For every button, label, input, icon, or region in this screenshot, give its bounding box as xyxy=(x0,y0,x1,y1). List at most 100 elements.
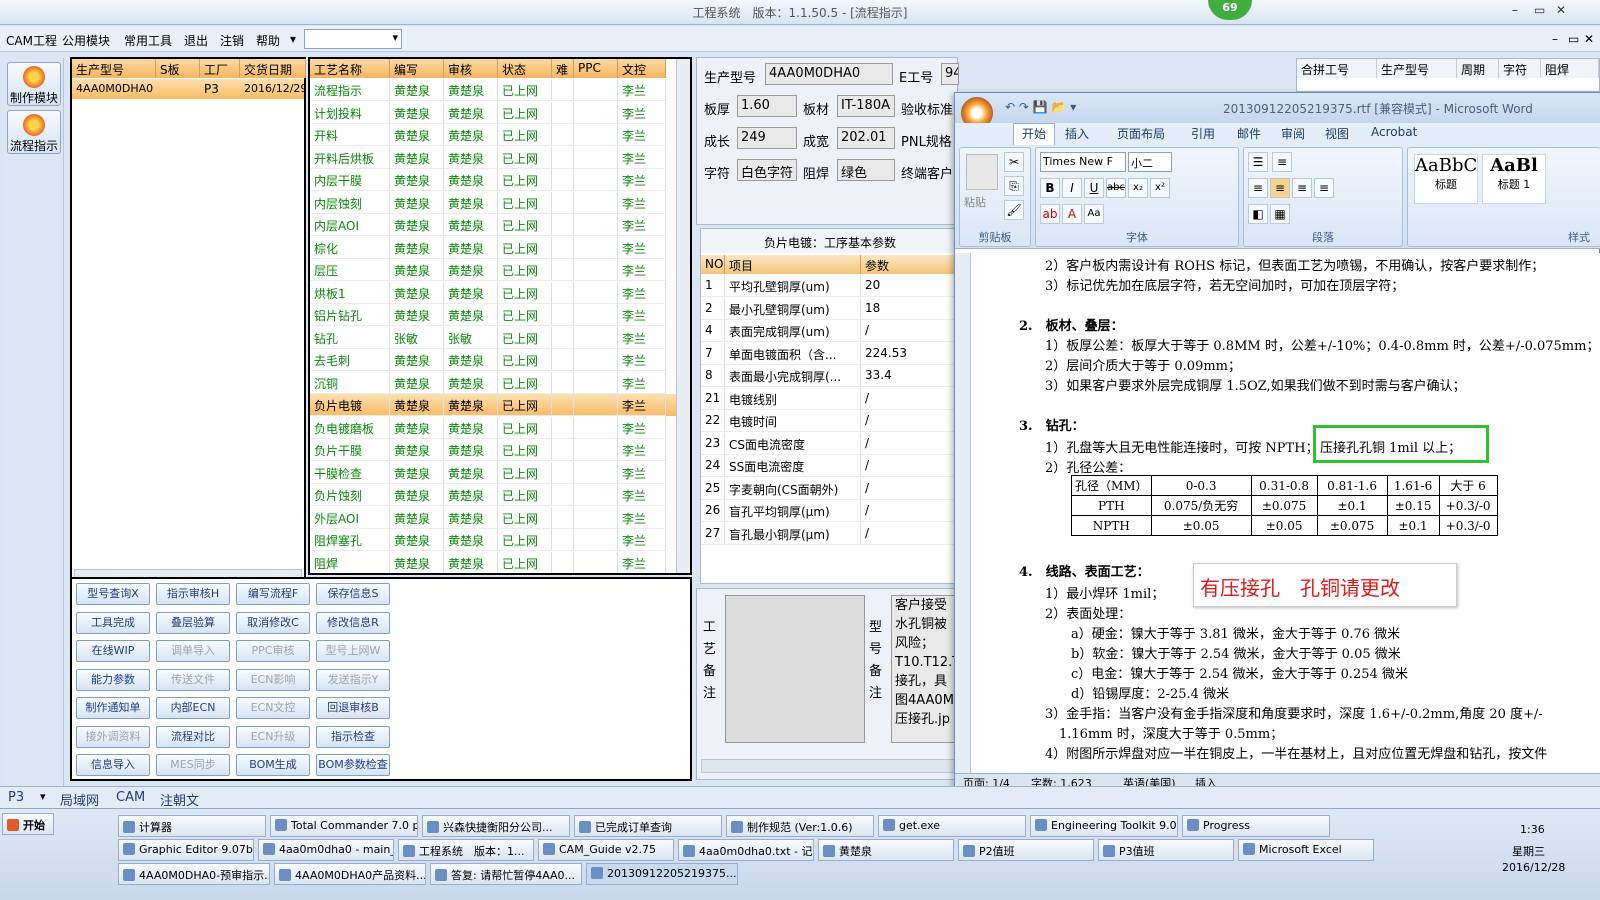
ribbon-tab[interactable]: 邮件 xyxy=(1237,125,1261,142)
menu-logout[interactable]: 注销 xyxy=(220,32,244,49)
length-field[interactable]: 249 xyxy=(737,127,797,149)
factory-select[interactable]: P3 xyxy=(8,790,24,805)
eno-field[interactable]: 944306 xyxy=(941,63,959,85)
start-button[interactable]: 开始 xyxy=(2,813,54,835)
taskbar-item[interactable]: 黄楚泉 xyxy=(818,839,954,861)
taskbar-item[interactable]: Graphic Editor 9.07b... xyxy=(118,839,254,861)
action-button[interactable]: 工具完成 xyxy=(76,611,150,634)
action-button[interactable]: 取消修改C xyxy=(236,611,310,634)
taskbar-item[interactable]: 工程系统 版本：1... xyxy=(398,839,534,861)
mdi-close-icon[interactable]: ✕ xyxy=(1584,32,1594,46)
ribbon-tab[interactable]: 审阅 xyxy=(1281,125,1305,142)
action-button[interactable]: 能力参数 xyxy=(76,668,150,691)
col-header[interactable]: 生产型号 xyxy=(1377,59,1457,78)
table-row[interactable]: 开料后烘板 黄楚泉 黄楚泉 已上网 李兰 xyxy=(310,146,676,169)
table-row[interactable]: 4 表面完成铜厚(um) / xyxy=(701,320,957,342)
menu-help[interactable]: 帮助 xyxy=(256,32,280,49)
taskbar-item[interactable]: 20130912205219375.... xyxy=(586,863,738,885)
action-button[interactable]: 保存信息S xyxy=(316,583,390,605)
borders-icon[interactable]: ▦ xyxy=(1270,204,1290,224)
action-button[interactable]: 信息导入 xyxy=(76,754,150,776)
clock-day[interactable]: 星期三 xyxy=(1512,843,1545,859)
table-row[interactable]: 27 盲孔最小铜厚(μm) / xyxy=(701,522,957,545)
font-size-select[interactable]: 小二 xyxy=(1128,152,1172,172)
style-heading-1[interactable]: AaBl 标题 1 xyxy=(1482,154,1546,204)
bullets-icon[interactable]: ☰ xyxy=(1248,152,1268,172)
cut-icon[interactable]: ✂ xyxy=(1004,152,1024,172)
table-row[interactable]: 26 盲孔平均铜厚(μm) / xyxy=(701,500,957,522)
bold-icon[interactable]: B xyxy=(1040,178,1060,198)
highlight-icon[interactable]: ab xyxy=(1040,204,1060,224)
table-row[interactable]: 计划投料 黄楚泉 黄楚泉 已上网 李兰 xyxy=(310,101,676,124)
mdi-minimize-icon[interactable]: – xyxy=(1552,32,1558,46)
col-header[interactable]: NO xyxy=(701,255,725,274)
shading-icon[interactable]: ◧ xyxy=(1248,204,1268,224)
action-button[interactable]: 编写流程F xyxy=(236,583,310,605)
ribbon-tab[interactable]: 插入 xyxy=(1065,125,1089,142)
col-header[interactable]: 工厂 xyxy=(200,59,240,78)
action-button[interactable]: 指示检查 xyxy=(316,725,390,748)
align-center-icon[interactable]: ≡ xyxy=(1270,178,1290,198)
subscript-icon[interactable]: x₂ xyxy=(1128,178,1148,198)
taskbar-item[interactable]: Total Commander 7.0 p... xyxy=(270,815,418,837)
width-field[interactable]: 202.01 xyxy=(837,127,895,149)
taskbar-item[interactable]: 答复: 请帮忙暂停4AA0... xyxy=(430,863,582,885)
ribbon-tab[interactable]: Acrobat xyxy=(1371,125,1417,139)
taskbar-item[interactable]: 4aa0m0dha0.txt - 记... xyxy=(678,839,814,861)
table-row[interactable]: 25 字麦朝向(CS面朝外) / xyxy=(701,477,957,500)
tab-zhuchaowen[interactable]: 注朝文 xyxy=(160,790,199,809)
table-row[interactable]: 沉铜 黄楚泉 黄楚泉 已上网 李兰 xyxy=(310,371,676,394)
col-header[interactable]: 文控 xyxy=(618,59,666,78)
numbering-icon[interactable]: ≡ xyxy=(1272,152,1292,172)
action-button[interactable]: 型号查询X xyxy=(76,583,150,605)
align-right-icon[interactable]: ≡ xyxy=(1292,178,1312,198)
col-header[interactable]: 交货日期 xyxy=(240,59,306,78)
action-button[interactable]: 回退审核B xyxy=(316,697,390,719)
col-header[interactable]: 生产型号 xyxy=(72,59,156,78)
menu-common-modules[interactable]: 公用模块 xyxy=(62,32,110,49)
chevron-down-icon[interactable]: ▾ xyxy=(290,32,296,46)
font-name-select[interactable]: Times New F xyxy=(1040,152,1126,172)
model-remarks-textbox[interactable]: 客户接受 水孔铜被 风险； T10.T12.T 接孔，具 图4AA0M 压接孔.… xyxy=(891,595,959,743)
table-row[interactable]: 钻孔 张敏 张敏 已上网 李兰 xyxy=(310,326,676,349)
table-row[interactable]: 8 表面最小完成铜厚(... 33.4 xyxy=(701,365,957,387)
vertical-scrollbar[interactable] xyxy=(676,59,690,573)
ribbon-tab[interactable]: 视图 xyxy=(1325,125,1349,142)
table-row[interactable]: 21 电镀线别 / xyxy=(701,387,957,410)
quick-access-icons[interactable]: ↶ ↷ 💾 📂 ▾ xyxy=(1005,100,1076,114)
chevron-down-icon[interactable]: ▾ xyxy=(40,790,46,803)
clock-date[interactable]: 2016/12/28 xyxy=(1502,861,1565,874)
change-case-icon[interactable]: Aa xyxy=(1084,204,1104,224)
table-row[interactable]: 外层AOI 黄楚泉 黄楚泉 已上网 李兰 xyxy=(310,506,676,529)
material-field[interactable]: IT-180A xyxy=(837,95,895,117)
table-row[interactable]: 干膜检查 黄楚泉 黄楚泉 已上网 李兰 xyxy=(310,461,676,484)
clock-time[interactable]: 1:36 xyxy=(1520,823,1545,836)
taskbar-item[interactable]: 4AA0M0DHA0产品资料... xyxy=(274,863,426,885)
action-button[interactable]: 型号上网W xyxy=(316,640,390,662)
style-title[interactable]: AaBbC 标题 xyxy=(1414,154,1478,204)
table-row[interactable]: 流程指示 黄楚泉 黄楚泉 已上网 李兰 xyxy=(310,79,676,101)
table-row[interactable]: 内层AOI 黄楚泉 黄楚泉 已上网 李兰 xyxy=(310,214,676,236)
table-row[interactable]: 24 SS面电流密度 / xyxy=(701,455,957,477)
taskbar-item[interactable]: 兴森快捷衡阳分公司... xyxy=(422,815,570,837)
taskbar-item[interactable]: get.exe xyxy=(878,815,1026,837)
taskbar-item[interactable]: Microsoft Excel xyxy=(1238,839,1374,861)
col-header[interactable]: 审核 xyxy=(444,59,498,78)
taskbar-item[interactable]: Engineering Toolkit 9.0... xyxy=(1030,815,1178,837)
tab-cam[interactable]: CAM xyxy=(116,790,145,805)
col-header[interactable]: 合拼工号 xyxy=(1297,59,1377,78)
taskbar-item[interactable]: 制作规范 (Ver:1.0.6) xyxy=(726,815,874,837)
maximize-icon[interactable]: ▭ xyxy=(1534,3,1545,17)
ribbon-tab[interactable]: 开始 xyxy=(1013,123,1056,145)
col-header[interactable]: S板 xyxy=(156,59,200,78)
table-row[interactable]: 负片干膜 黄楚泉 黄楚泉 已上网 李兰 xyxy=(310,439,676,461)
table-row[interactable]: 负片电镀 黄楚泉 黄楚泉 已上网 李兰 xyxy=(310,394,676,416)
taskbar-item[interactable]: CAM_Guide v2.75 xyxy=(538,839,674,861)
col-header[interactable]: 周期 xyxy=(1457,59,1499,78)
mdi-restore-icon[interactable]: ▭ xyxy=(1568,32,1579,46)
col-header[interactable]: 项目 xyxy=(725,255,861,274)
col-header[interactable]: 参数 xyxy=(861,255,957,274)
table-row[interactable]: 1 平均孔壁铜厚(um) 20 xyxy=(701,275,957,297)
paste-icon[interactable] xyxy=(966,154,998,190)
thickness-field[interactable]: 1.60 xyxy=(737,95,797,117)
